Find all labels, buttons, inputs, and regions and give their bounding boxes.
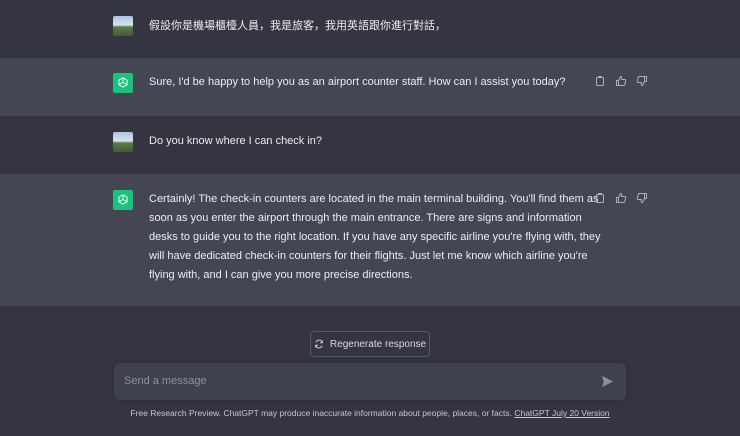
- refresh-icon: [315, 339, 323, 349]
- message-line: flying with, and I can give you more pre…: [149, 269, 413, 281]
- message-actions: [594, 192, 648, 204]
- message-line: desks to guide you to the right location…: [149, 231, 601, 243]
- message-text: 假設你是機場櫃檯人員，我是旅客，我用英語跟你進行對話，: [149, 19, 446, 32]
- message-text: Certainly! The check-in counters are loc…: [149, 190, 601, 285]
- message-text: Sure, I'd be happy to help you as an air…: [149, 76, 566, 88]
- thumbs-up-icon[interactable]: [615, 192, 627, 204]
- regenerate-label: Regenerate response: [329, 338, 427, 350]
- copy-icon[interactable]: [594, 75, 606, 87]
- version-link[interactable]: ChatGPT July 20 Version: [514, 408, 609, 418]
- message-assistant-1: Sure, I'd be happy to help you as an air…: [0, 58, 740, 116]
- thumbs-down-icon[interactable]: [636, 75, 648, 87]
- copy-icon[interactable]: [594, 192, 606, 204]
- regenerate-button[interactable]: Regenerate response: [310, 331, 430, 357]
- message-line: will have dedicated check-in counters fo…: [149, 250, 588, 262]
- message-user-1: 假設你是機場櫃檯人員，我是旅客，我用英語跟你進行對話，: [0, 0, 740, 58]
- user-avatar: [113, 132, 133, 152]
- message-assistant-2: Certainly! The check-in counters are loc…: [0, 174, 740, 306]
- message-user-2: Do you know where I can check in?: [0, 116, 740, 174]
- send-icon[interactable]: [601, 375, 614, 388]
- footer-text: Free Research Preview. ChatGPT may produ…: [130, 408, 515, 418]
- message-text: Do you know where I can check in?: [149, 135, 323, 147]
- input-placeholder: Send a message: [124, 375, 207, 387]
- openai-logo-icon: [113, 190, 133, 210]
- footer-disclaimer: Free Research Preview. ChatGPT may produ…: [0, 408, 740, 418]
- message-line: Certainly! The check-in counters are loc…: [149, 193, 599, 205]
- message-input[interactable]: Send a message: [114, 363, 626, 400]
- message-actions: [594, 75, 648, 87]
- user-avatar: [113, 16, 133, 36]
- thumbs-down-icon[interactable]: [636, 192, 648, 204]
- openai-logo-icon: [113, 73, 133, 93]
- message-line: soon as you enter the airport through th…: [149, 212, 582, 224]
- thumbs-up-icon[interactable]: [615, 75, 627, 87]
